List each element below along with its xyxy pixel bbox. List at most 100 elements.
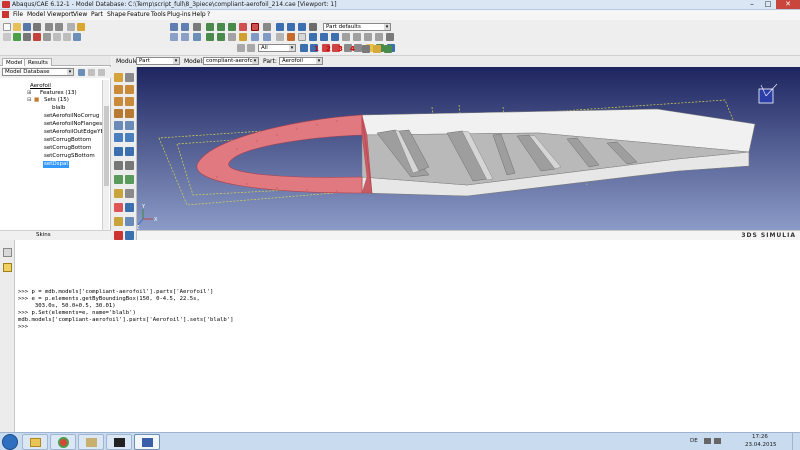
tree-filter-icon[interactable] [78,69,85,76]
tree-item-set[interactable]: setAerofoilNoFlanges [44,121,102,128]
select-from-viewport-icon[interactable] [300,44,308,52]
volume-icon[interactable] [714,438,721,444]
create-wire-icon[interactable] [114,97,123,106]
open-folder-icon[interactable] [13,23,21,31]
viewport-menu-icon[interactable] [2,11,9,18]
set-manager-icon[interactable] [114,217,123,226]
tree-item-features[interactable]: Features (13) [40,90,77,97]
tab-results[interactable]: Results [24,58,52,66]
view-2-button[interactable]: 2 [326,45,331,53]
arc-icon[interactable] [63,33,71,41]
all-icon[interactable] [342,33,350,41]
terminal-taskbar-icon[interactable] [106,434,132,450]
geometry-edit-icon[interactable] [125,189,134,198]
clock-date[interactable]: 23.04.2015 [745,442,777,448]
view-options-icon[interactable] [373,45,381,53]
folder-taskbar-icon[interactable] [78,434,104,450]
front-view-icon[interactable] [276,23,284,31]
clock-time[interactable]: 17:26 [752,434,768,440]
datum-icon[interactable] [125,121,134,130]
message-area-icon[interactable] [3,248,12,257]
tree-item-sets[interactable]: Sets (15) [44,97,69,104]
query-icon[interactable] [77,23,85,31]
mesh-part-icon[interactable] [125,175,134,184]
create-part-icon[interactable] [114,73,123,82]
selection-tools-icon[interactable] [237,44,245,52]
pick-all-icon[interactable] [354,44,362,52]
print-icon[interactable] [33,23,41,31]
measure-icon[interactable] [125,161,134,170]
views-parallel-icon[interactable] [181,33,189,41]
partition-icon[interactable] [114,121,123,130]
redo-icon[interactable] [55,23,63,31]
model-combo[interactable]: compliant-aerofoil ▾ [203,57,259,65]
tree-item-set[interactable]: blalb [52,105,65,112]
undo-icon[interactable] [45,23,53,31]
views-iso-icon[interactable] [239,33,247,41]
language-indicator[interactable]: DE [690,438,698,444]
tree-item-set[interactable]: setCorrugBottom [44,145,91,152]
menu-viewport[interactable]: Viewport [47,11,74,18]
display-group-icon[interactable] [298,33,306,41]
expand-icon[interactable]: ⊞ [27,90,32,97]
add-icon[interactable] [320,33,328,41]
collapse-icon[interactable]: ⊟ [27,97,32,104]
views-right-icon[interactable] [217,33,225,41]
auto-fit-icon[interactable] [251,23,259,31]
back-view-icon[interactable] [287,23,295,31]
cancel-procedure-icon[interactable] [114,231,123,240]
back-arrow-icon[interactable] [125,231,134,240]
sketch-icon[interactable] [125,133,134,142]
view-4-button[interactable]: 4 [350,45,355,53]
reverse-icon[interactable] [364,33,372,41]
close-button[interactable]: ✕ [776,0,800,9]
plus-icon[interactable] [13,33,21,41]
selection-filter-combo[interactable]: All ▾ [258,44,296,52]
reference-point-icon[interactable] [114,133,123,142]
cycle-views-icon[interactable] [263,23,271,31]
maximize-button[interactable]: □ [760,0,776,9]
menu-model[interactable]: Model [27,11,45,18]
tab-model[interactable]: Model [2,58,27,66]
views-grid-icon[interactable] [251,33,259,41]
replace-icon[interactable] [309,33,317,41]
view-save-as-icon[interactable] [384,45,392,53]
pan-icon[interactable] [193,23,201,31]
magnify-icon[interactable] [217,23,225,31]
explorer-taskbar-icon[interactable] [22,434,48,450]
menu-plugins[interactable]: Plug-ins [167,11,191,18]
delete-feature-icon[interactable] [114,203,123,212]
tree-item-set-selected[interactable]: setDspal [43,161,69,168]
menu-feature[interactable]: Feature [127,11,150,18]
module-combo[interactable]: Part ▾ [136,57,180,65]
menu-file[interactable]: File [13,11,23,18]
view-3-button[interactable]: 3 [338,45,343,53]
lasso-icon[interactable] [43,33,51,41]
menu-part[interactable]: Part [91,11,103,18]
views-perspective-icon[interactable] [170,33,178,41]
zoom-icon[interactable] [228,23,236,31]
tree-item-set[interactable]: setAerofoilOutEdgeYB [44,129,104,136]
views-top-icon[interactable] [193,33,201,41]
part-combo[interactable]: Aerofoil ▾ [279,57,323,65]
create-shell-icon[interactable] [125,85,134,94]
shaded-icon[interactable] [309,23,317,31]
mesh-seed-icon[interactable] [114,175,123,184]
menu-tools[interactable]: Tools [151,11,166,18]
new-file-icon[interactable] [3,23,11,31]
tree-scrollbar[interactable] [102,80,109,230]
create-chamfer-icon[interactable] [125,109,134,118]
view-cube-icon[interactable] [170,23,178,31]
cli-prompt[interactable]: >>> [18,324,28,330]
tree-scroll-thumb[interactable] [104,106,109,186]
show-desktop-button[interactable] [792,433,800,450]
abaqus-taskbar-icon[interactable] [134,434,160,450]
menu-view[interactable]: View [73,11,87,18]
viewport-canvas[interactable]: Y Z X [137,67,800,230]
view-manager-icon[interactable] [362,45,370,53]
tree-item-aerofoil[interactable]: Aerofoil [30,83,51,90]
minimize-button[interactable]: – [744,0,760,9]
remove-icon[interactable] [331,33,339,41]
color-code-icon[interactable] [287,33,295,41]
intersect-icon[interactable] [353,33,361,41]
